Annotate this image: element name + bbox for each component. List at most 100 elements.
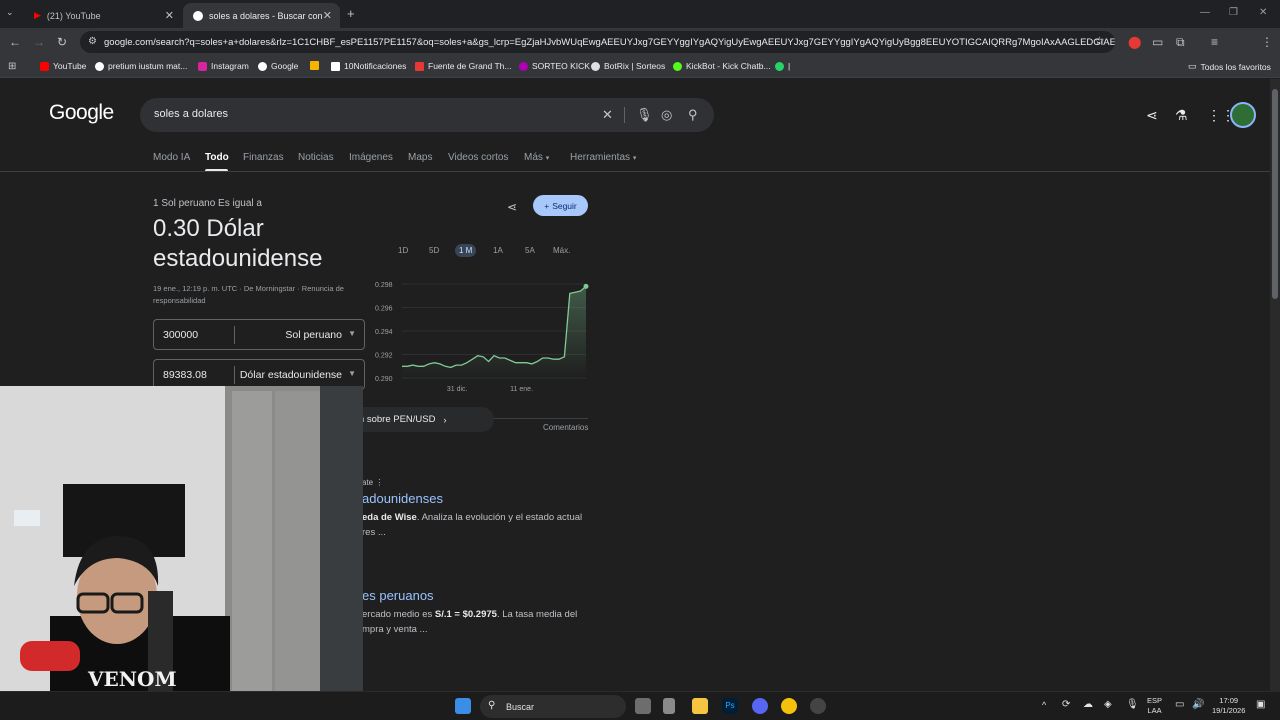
x-tick-label: 31 dic. [447, 386, 468, 393]
bookmark-kickbot[interactable]: KickBot - Kick Chatb... [673, 61, 771, 71]
exchange-rate-chart[interactable]: 0.298 0.296 0.294 0.292 0.290 31 dic. 11 ene. [370, 274, 592, 394]
tab-todo[interactable]: Todo [205, 152, 229, 163]
clear-icon[interactable]: ✕ [602, 107, 613, 123]
site-info-icon[interactable]: ⚙ [88, 36, 97, 47]
bookmark-google[interactable]: Google [258, 61, 298, 71]
reload-icon[interactable]: ↻ [57, 35, 67, 49]
photoshop-icon[interactable]: Ps [722, 698, 738, 714]
range-1m[interactable]: 1 M [455, 244, 477, 257]
to-currency-select[interactable]: Dólar estadounidense [240, 369, 342, 381]
bookmark-extension[interactable] [310, 61, 319, 70]
taskbar-search[interactable]: ⚲ Buscar [480, 695, 626, 718]
tray-mic-icon[interactable]: 🎙 [1126, 699, 1139, 710]
share-icon[interactable]: ⋖ [1146, 107, 1158, 124]
tab-modo-ia[interactable]: Modo IA [153, 152, 190, 163]
scrollbar-thumb[interactable] [1272, 89, 1278, 299]
task-view-icon[interactable] [635, 698, 651, 714]
language-indicator[interactable]: ESP LAA [1147, 696, 1162, 716]
bookmark-notificaciones[interactable]: 10Notificaciones [331, 61, 406, 71]
webcam-overlay: VENOM [0, 386, 363, 691]
range-max[interactable]: Máx. [553, 246, 570, 255]
share-icon[interactable]: ⋖ [507, 200, 517, 214]
lens-icon[interactable]: ◎ [661, 107, 672, 123]
result-title-2[interactable]: es peruanos [362, 588, 434, 603]
close-window-icon[interactable]: ✕ [1259, 7, 1267, 18]
windows-start-icon[interactable] [455, 698, 471, 714]
from-currency-select[interactable]: Sol peruano [285, 329, 342, 341]
folder-icon: ▭ [1188, 61, 1197, 71]
range-5d[interactable]: 5D [429, 246, 439, 255]
restore-icon[interactable]: ❐ [1229, 7, 1238, 18]
page-scrollbar[interactable] [1270, 79, 1280, 691]
tab-videos-cortos[interactable]: Videos cortos [448, 152, 508, 163]
feedback-link[interactable]: Comentarios [543, 423, 588, 432]
tray-cloud-icon[interactable]: ☁ [1083, 699, 1093, 710]
search-icon[interactable]: ⚲ [688, 107, 698, 123]
discord-icon[interactable] [752, 698, 768, 714]
source-disclaimer: 19 ene., 12:19 p. m. UTC · De Morningsta… [153, 284, 344, 305]
range-1a[interactable]: 1A [493, 246, 503, 255]
tab-noticias[interactable]: Noticias [298, 152, 334, 163]
clock[interactable]: 17:09 19/1/2026 [1212, 696, 1245, 716]
tray-chevron-icon[interactable]: ^ [1042, 700, 1046, 710]
new-tab-button[interactable]: + [347, 6, 355, 21]
minimize-icon[interactable]: — [1200, 7, 1210, 18]
google-logo[interactable]: Google [49, 101, 114, 125]
font-icon [415, 61, 424, 71]
account-avatar[interactable] [1230, 102, 1256, 128]
result-title-1[interactable]: adounidenses [362, 491, 443, 506]
tray-app-icon[interactable]: ⟳ [1062, 699, 1070, 710]
tab-mas[interactable]: Más ▾ [524, 152, 549, 163]
bookmark-instagram[interactable]: Instagram [198, 61, 249, 71]
labs-icon[interactable]: ⚗ [1175, 107, 1188, 124]
obs-icon[interactable] [810, 698, 826, 714]
bookmark-whatsapp[interactable]: | [775, 61, 790, 71]
follow-button[interactable]: + Seguir [533, 195, 588, 216]
volume-icon[interactable]: 🔊 [1192, 699, 1204, 710]
y-tick-label: 0.298 [375, 282, 393, 289]
search-box[interactable]: soles a dolares ✕ 🎙 ◎ ⚲ [140, 98, 714, 132]
network-icon[interactable]: ▭ [1175, 699, 1184, 710]
tab-youtube[interactable]: ▶ (21) YouTube ✕ [24, 3, 182, 28]
bookmark-pretium[interactable]: pretium iustum mat... [95, 61, 187, 71]
range-5a[interactable]: 5A [525, 246, 535, 255]
file-explorer-icon[interactable] [692, 698, 708, 714]
all-bookmarks[interactable]: ▭ Todos los favoritos [1188, 61, 1271, 72]
close-icon[interactable]: ✕ [323, 9, 332, 22]
more-options-icon[interactable]: ⋮ [375, 478, 383, 487]
tab-finanzas[interactable]: Finanzas [243, 152, 284, 163]
microphone-icon[interactable]: 🎙 [636, 107, 653, 123]
bookmark-label: KickBot - Kick Chatb... [686, 61, 771, 71]
from-amount-input[interactable]: 300000 [163, 329, 198, 341]
notifications-icon[interactable]: ▣ [1256, 699, 1265, 710]
to-amount-input[interactable]: 89383.08 [163, 369, 207, 381]
forward-icon[interactable]: → [33, 35, 45, 49]
tab-imagenes[interactable]: Imágenes [349, 152, 393, 163]
plus-icon: + [544, 200, 550, 211]
address-bar[interactable]: ⚙ google.com/search?q=soles+a+dolares&rl… [80, 31, 1115, 53]
tools-button[interactable]: Herramientas ▾ [570, 152, 636, 163]
extensions-puzzle-icon[interactable]: ⧉ [1176, 35, 1185, 50]
extension-icon[interactable]: ⬤ [1128, 35, 1141, 49]
kick-icon [519, 61, 528, 71]
tab-list-icon[interactable]: ≡ [1211, 35, 1218, 49]
bookmark-fuente[interactable]: Fuente de Grand Th... [415, 61, 511, 71]
tab-search-icon[interactable]: ⌄ [6, 7, 14, 18]
chevron-right-icon: › [443, 414, 447, 425]
tray-app-icon[interactable]: ◈ [1104, 699, 1112, 710]
bookmark-star-icon[interactable]: ☆ [1094, 34, 1105, 48]
extension-icon[interactable]: ▭ [1152, 35, 1163, 49]
app-icon[interactable] [663, 698, 675, 714]
bookmark-botrix[interactable]: BotRix | Sorteos [591, 61, 665, 71]
back-icon[interactable]: ← [9, 35, 21, 49]
apps-icon[interactable]: ⊞ [8, 61, 16, 72]
chrome-icon[interactable] [781, 698, 797, 714]
bookmark-sorteo-kick[interactable]: SORTEO KICK [519, 61, 590, 71]
range-1d[interactable]: 1D [398, 246, 408, 255]
search-input[interactable]: soles a dolares [154, 108, 228, 120]
bookmark-youtube[interactable]: YouTube [40, 61, 86, 71]
menu-icon[interactable]: ⋮ [1261, 35, 1273, 49]
close-icon[interactable]: ✕ [165, 9, 174, 22]
tab-maps[interactable]: Maps [408, 152, 432, 163]
tab-google-search[interactable]: soles a dolares - Buscar con Go ✕ [183, 3, 340, 28]
